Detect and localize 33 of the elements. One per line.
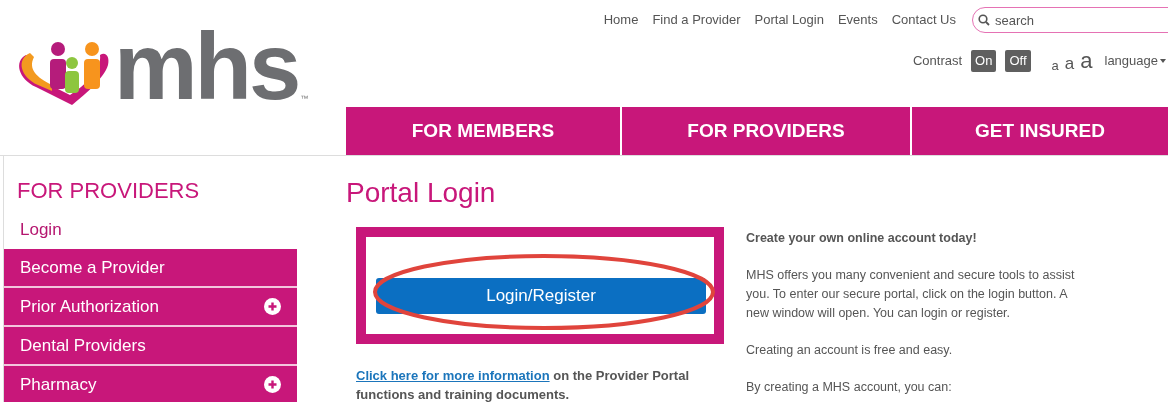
main-nav-tab[interactable]: FOR MEMBERS: [346, 107, 620, 155]
search-icon: [978, 14, 990, 26]
aside-paragraph: By creating a MHS account, you can:: [746, 379, 953, 396]
top-nav-link[interactable]: Home: [603, 10, 639, 30]
aside-heading: Create your own online account today!: [746, 230, 978, 247]
top-nav-link[interactable]: Events: [837, 10, 878, 30]
text-size-button[interactable]: a: [1064, 55, 1075, 72]
top-nav-link[interactable]: Portal Login: [754, 10, 824, 30]
caret-icon: [1160, 59, 1166, 63]
text-size-button[interactable]: a: [1051, 59, 1059, 72]
main-nav-tab[interactable]: FOR PROVIDERS: [620, 107, 910, 155]
sidebar-title: FOR PROVIDERS: [16, 177, 201, 205]
language-dropdown[interactable]: language: [1104, 51, 1166, 71]
aside-paragraph: MHS offers you many convenient and secure tools to assist you. To enter our secure portal, click on the login button. A new window will open. You can login or register.: [746, 267, 1076, 322]
logo-wordmark: mhs: [114, 27, 299, 107]
contrast-toggle[interactable]: On: [971, 50, 997, 72]
contrast-toggle[interactable]: Off: [1005, 50, 1031, 72]
trademark-sign: ™: [300, 93, 309, 105]
sidebar-item[interactable]: Prior Authorization: [4, 288, 297, 327]
info-link[interactable]: Click here for more information: [356, 368, 550, 383]
top-nav-link[interactable]: Find a Provider: [652, 10, 741, 30]
search-field[interactable]: search: [972, 7, 1168, 33]
login-register-button[interactable]: Login/Register: [376, 278, 706, 314]
main-nav-tab[interactable]: GET INSURED: [910, 107, 1168, 155]
sidebar-item[interactable]: Pharmacy: [4, 366, 297, 402]
text-size-button[interactable]: a: [1080, 50, 1093, 72]
aside-paragraph: Creating an account is free and easy.: [746, 342, 954, 359]
contrast-label: Contrast: [912, 52, 963, 71]
page-title: Portal Login: [346, 176, 497, 210]
sidebar-item[interactable]: Dental Providers: [4, 327, 297, 366]
info-paragraph: Click here for more information on the Provider Portal functions and training documents.: [356, 367, 690, 402]
top-nav-link[interactable]: Contact Us: [891, 10, 956, 30]
sidebar-item[interactable]: Become a Provider: [4, 249, 297, 288]
